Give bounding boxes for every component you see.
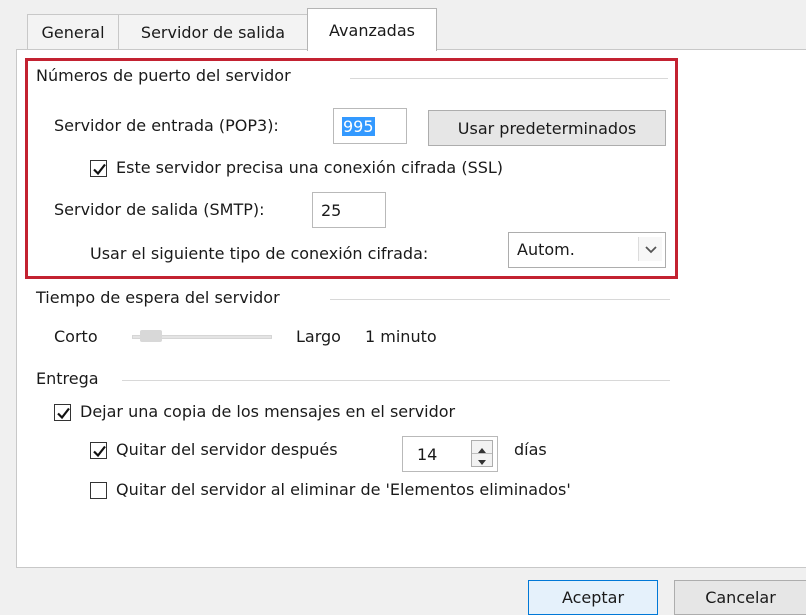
spin-down-icon bbox=[478, 460, 486, 465]
remove-after-label: Quitar del servidor después bbox=[116, 440, 338, 459]
tab-advanced-label: Avanzadas bbox=[329, 20, 415, 40]
timeout-value-text: 1 minuto bbox=[365, 327, 437, 346]
cancel-button[interactable]: Cancelar bbox=[674, 580, 806, 615]
delivery-group-title: Entrega bbox=[36, 369, 99, 388]
encryption-type-value: Autom. bbox=[517, 240, 575, 259]
encryption-type-label: Usar el siguiente tipo de conexión cifra… bbox=[90, 244, 429, 263]
check-icon bbox=[57, 407, 70, 420]
dropdown-button[interactable] bbox=[638, 237, 662, 261]
timeout-slider-thumb[interactable] bbox=[140, 330, 162, 342]
outgoing-port-label: Servidor de salida (SMTP): bbox=[54, 200, 265, 219]
incoming-port-value: 995 bbox=[342, 116, 375, 136]
check-icon bbox=[93, 445, 106, 458]
tab-advanced[interactable]: Avanzadas bbox=[307, 8, 437, 51]
ok-button[interactable]: Aceptar bbox=[528, 580, 658, 615]
use-defaults-button[interactable]: Usar predeterminados bbox=[428, 110, 666, 146]
cancel-button-label: Cancelar bbox=[705, 588, 776, 607]
timeout-long-label: Largo bbox=[296, 327, 341, 346]
remove-after-days-value: 14 bbox=[417, 444, 438, 464]
outgoing-port-input[interactable]: 25 bbox=[312, 192, 386, 228]
check-icon bbox=[93, 163, 106, 176]
ports-group-title: Números de puerto del servidor bbox=[36, 66, 291, 85]
incoming-port-label: Servidor de entrada (POP3): bbox=[54, 116, 279, 135]
ok-button-label: Aceptar bbox=[561, 588, 625, 607]
spin-down-button[interactable] bbox=[472, 454, 492, 466]
incoming-port-input[interactable]: 995 bbox=[333, 108, 407, 144]
outgoing-port-value: 25 bbox=[321, 200, 342, 220]
chevron-down-icon bbox=[645, 246, 657, 254]
leave-copy-label: Dejar una copia de los mensajes en el se… bbox=[80, 402, 456, 421]
tab-general[interactable]: General bbox=[27, 14, 119, 50]
ports-group-divider bbox=[350, 78, 668, 79]
timeout-group-divider bbox=[330, 299, 670, 300]
leave-copy-checkbox[interactable] bbox=[54, 404, 71, 421]
spin-up-button[interactable] bbox=[472, 441, 492, 453]
use-defaults-button-label: Usar predeterminados bbox=[457, 118, 637, 138]
ssl-checkbox-label: Este servidor precisa una conexión cifra… bbox=[116, 158, 504, 177]
remove-deleted-checkbox[interactable] bbox=[90, 482, 107, 499]
timeout-group-title: Tiempo de espera del servidor bbox=[36, 288, 280, 307]
days-label: días bbox=[514, 440, 547, 459]
tab-outgoing-server-label: Servidor de salida bbox=[140, 23, 286, 42]
delivery-group-divider bbox=[122, 380, 670, 381]
tab-outgoing-server[interactable]: Servidor de salida bbox=[118, 14, 308, 50]
ssl-checkbox[interactable] bbox=[90, 160, 107, 177]
remove-deleted-label: Quitar del servidor al eliminar de 'Elem… bbox=[116, 480, 571, 499]
timeout-short-label: Corto bbox=[54, 327, 98, 346]
encryption-type-select[interactable]: Autom. bbox=[508, 232, 666, 268]
remove-after-checkbox[interactable] bbox=[90, 442, 107, 459]
tab-general-label: General bbox=[41, 23, 105, 42]
days-spinner[interactable] bbox=[471, 440, 493, 467]
